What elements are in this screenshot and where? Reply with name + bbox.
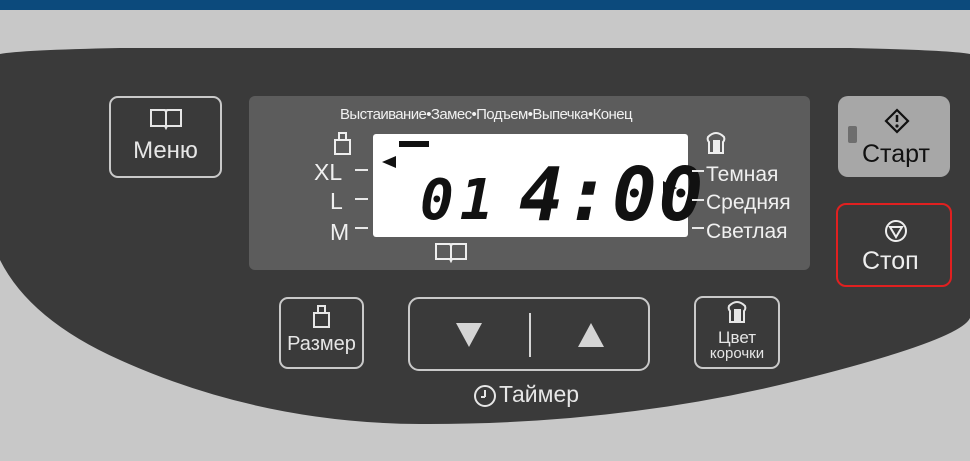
bread-icon xyxy=(727,300,747,323)
timer-button[interactable] xyxy=(408,297,650,371)
crust-color-button[interactable]: Цвет корочки xyxy=(694,296,780,369)
size-dash-m xyxy=(355,227,368,229)
crust-label-line1: Цвет xyxy=(717,328,757,347)
stop-label: Стоп xyxy=(862,247,919,275)
crust-label-line2: корочки xyxy=(709,345,765,362)
bread-icon xyxy=(706,132,726,154)
start-label: Старт xyxy=(862,140,930,168)
timer-icon xyxy=(474,385,496,407)
start-button[interactable]: Старт xyxy=(838,96,950,177)
stop-button[interactable]: Стоп xyxy=(836,203,952,287)
book-icon xyxy=(149,109,182,131)
size-m: M xyxy=(330,219,350,245)
crust-pointer-icon xyxy=(663,181,677,195)
size-pointer-icon xyxy=(382,156,396,168)
size-dash-xl xyxy=(355,169,368,171)
crust-dash-medium xyxy=(692,199,704,201)
size-xl: XL xyxy=(314,159,343,185)
start-icon xyxy=(884,108,910,134)
loaf-size-icon xyxy=(334,132,351,155)
timer-divider xyxy=(529,313,531,357)
size-dash-l xyxy=(355,198,368,200)
crust-dark: Темная xyxy=(706,163,779,186)
crust-dash-light xyxy=(692,227,704,229)
stage-labels: Выстаивание•Замес•Подъем•Выпечка•Конец xyxy=(340,106,633,123)
crust-light: Светлая xyxy=(706,220,788,243)
size-button[interactable]: Размер xyxy=(279,297,364,369)
program-number: 01 xyxy=(420,168,500,233)
start-indicator-led xyxy=(848,126,857,143)
menu-program-icon xyxy=(435,243,467,263)
menu-button[interactable]: Меню xyxy=(109,96,222,178)
triangle-up-icon[interactable] xyxy=(576,321,606,349)
size-label: Размер xyxy=(287,333,356,355)
menu-label: Меню xyxy=(133,137,198,164)
loaf-size-icon xyxy=(312,305,330,328)
crust-dash-dark xyxy=(692,170,704,172)
size-l: L xyxy=(330,188,343,214)
triangle-down-icon[interactable] xyxy=(454,321,484,349)
crust-medium: Средняя xyxy=(706,191,791,214)
progress-indicator-bar xyxy=(399,141,429,147)
stop-icon xyxy=(885,220,907,242)
timer-label: Таймер xyxy=(499,381,580,407)
